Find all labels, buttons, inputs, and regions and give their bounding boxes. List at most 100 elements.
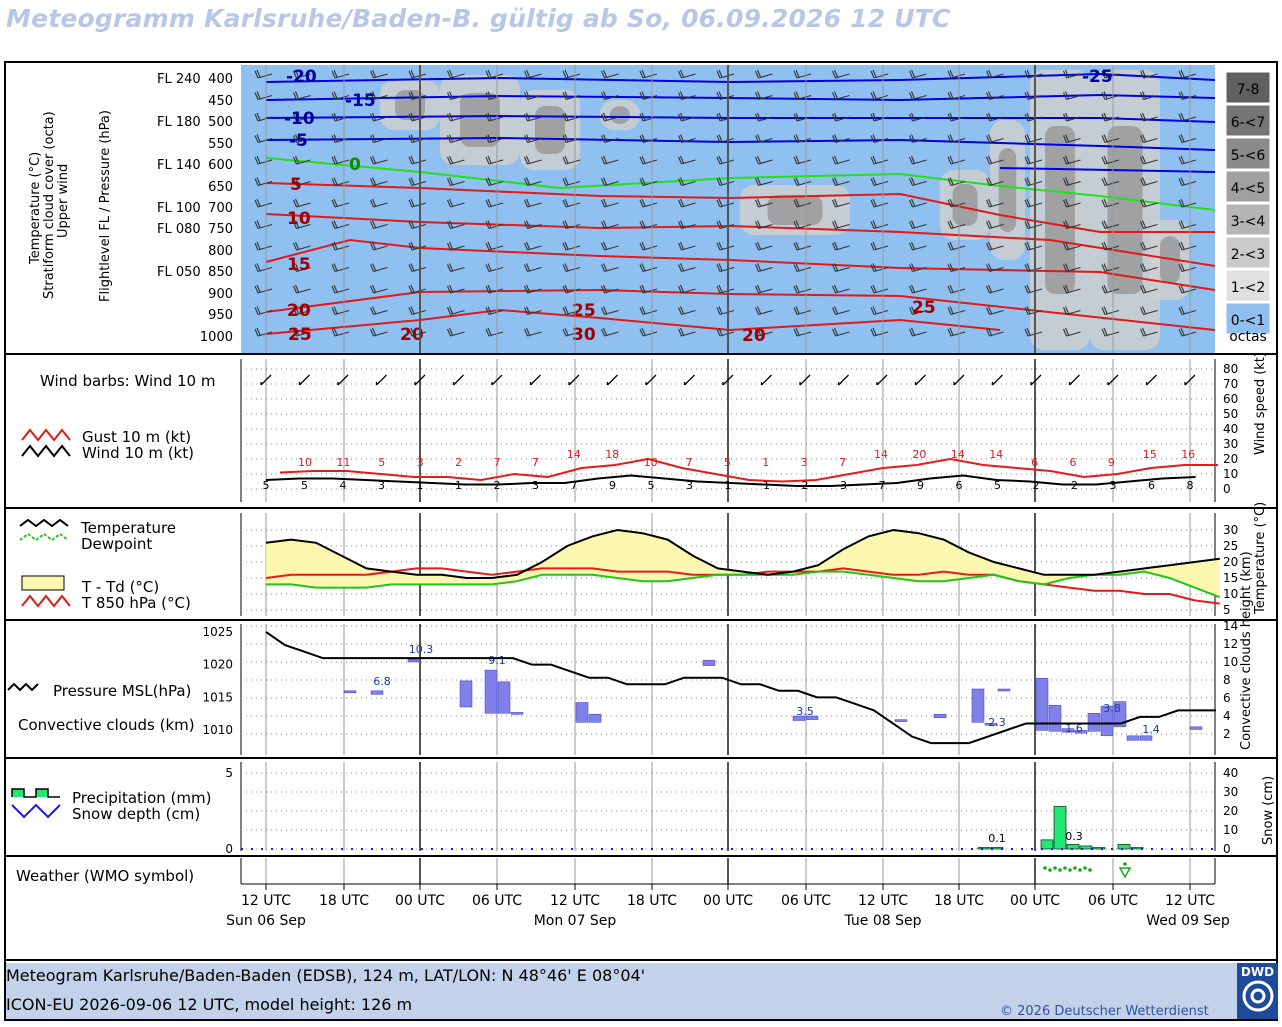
isotherm-label: 15	[287, 255, 311, 275]
wind-data-label: 5	[648, 479, 655, 492]
wind-tick-label: 30	[1223, 437, 1238, 451]
precip-data-label: 0.3	[1065, 830, 1083, 843]
conv-cloud-bar	[588, 713, 602, 723]
pressure-tick-label: 1010	[202, 723, 233, 737]
pressure-level-label: 550	[208, 137, 233, 152]
conv-cloud-bar	[1189, 726, 1203, 730]
conv-data-label: 3.5	[796, 705, 814, 718]
wind-data-label: 3	[378, 479, 385, 492]
cloud-core	[767, 195, 823, 225]
temp-tick-label: 15	[1223, 571, 1238, 585]
weather-rain-dot	[1048, 868, 1052, 872]
conv-tick-label: 12	[1223, 637, 1238, 651]
isotherm-label: 25	[912, 298, 936, 318]
weather-shower-icon	[1118, 867, 1132, 879]
legend-snow: Snow depth (cm)	[72, 805, 201, 823]
temp-tick-label: 25	[1223, 539, 1238, 553]
wind-data-label: 9	[609, 479, 616, 492]
pressure-level-label: 850	[208, 265, 233, 280]
gust-data-label: 7	[839, 456, 846, 469]
cloud-legend-label: 3-<4	[1231, 214, 1266, 230]
conv-cloud-bar	[971, 688, 985, 723]
conv-cloud-bar	[370, 690, 384, 695]
pressure-level-label: 500	[208, 115, 233, 130]
legend-wind: Wind 10 m (kt)	[82, 444, 194, 462]
conv-cloud-bar	[497, 681, 511, 714]
gust-data-label: 20	[912, 448, 926, 461]
temperature-line	[265, 528, 1220, 579]
weather-rain-dot	[1073, 866, 1077, 870]
time-tick-label: 00 UTC	[1010, 893, 1060, 909]
precip-bar	[1040, 839, 1054, 850]
surface-wind-barb	[799, 374, 811, 386]
cloud-core	[535, 106, 565, 154]
cloud-legend-label: 2-<3	[1231, 247, 1266, 263]
conv-data-label: 9.1	[488, 654, 506, 667]
precip-bar	[1053, 806, 1067, 850]
wind-data-label: 8	[1187, 479, 1194, 492]
pressure-level-label: 750	[208, 222, 233, 237]
weather-rain-dot	[1053, 866, 1057, 870]
t-td-fill	[266, 530, 1220, 598]
footer-model: ICON-EU 2026-09-06 12 UTC, model height:…	[6, 995, 413, 1014]
conv-cloud-bar	[997, 688, 1011, 692]
wind-data-label: 1	[417, 479, 424, 492]
temp-tick-label: 30	[1223, 523, 1238, 537]
gust-data-label: 6	[1070, 456, 1077, 469]
pressure-level-label: 400	[208, 72, 233, 87]
pressure-level-label: 900	[208, 287, 233, 302]
pressure-level-label: 600	[208, 158, 233, 173]
pressure-level-label: 800	[208, 244, 233, 259]
precip-bar	[1117, 844, 1131, 850]
gust-data-label: 7	[494, 456, 501, 469]
time-tick-label: 12 UTC	[550, 893, 600, 909]
isotherm-label: 25	[288, 325, 312, 345]
day-label: Sun 06 Sep	[226, 913, 306, 929]
isotherm-label: 20	[742, 326, 766, 346]
conv-tick-label: 14	[1223, 619, 1238, 633]
pressure-tick-label: 1020	[202, 658, 233, 672]
wind-data-label: 9	[917, 479, 924, 492]
legend-dewpoint: Dewpoint	[81, 535, 153, 553]
isotherm-label: -15	[345, 91, 376, 111]
wind-tick-label: 50	[1223, 407, 1238, 421]
legend-wind-barbs: Wind barbs: Wind 10 m	[40, 372, 216, 390]
conv-data-label: 2.3	[988, 716, 1006, 729]
isotherm-label: 25	[572, 301, 596, 321]
gust-data-label: 14	[874, 448, 888, 461]
gust-data-label: 10	[644, 456, 658, 469]
pressure-tick-label: 1025	[202, 625, 233, 639]
conv-cloud-bar	[343, 690, 357, 694]
wind-data-label: 5	[994, 479, 1001, 492]
gust-data-label: 6	[1031, 456, 1038, 469]
weather-rain-dot	[1078, 868, 1082, 872]
time-tick-label: 06 UTC	[781, 893, 831, 909]
conv-cloud-bar	[1139, 735, 1153, 741]
legend-t850: T 850 hPa (°C)	[82, 594, 191, 612]
snow-tick-label: 30	[1223, 785, 1238, 799]
cloud-legend-label: 5-<6	[1231, 148, 1266, 164]
wind-data-label: 2	[1071, 479, 1078, 492]
wind-data-label: 6	[956, 479, 963, 492]
dwd-logo-text: DWD	[1240, 965, 1275, 979]
gust-data-label: 15	[1143, 448, 1157, 461]
conv-cloud-bar	[933, 713, 947, 719]
dwd-logo: DWD	[1237, 963, 1278, 1019]
isotherm-label: -25	[1082, 67, 1113, 87]
weather-rain-dot	[1058, 868, 1062, 872]
precip-tick-label: 5	[225, 766, 233, 780]
legend-gust-glyph	[21, 428, 71, 442]
right-label-conv: Convective clouds height (km)	[1239, 551, 1254, 750]
surface-wind-barb	[529, 374, 541, 386]
conv-cloud-bar	[702, 659, 716, 666]
right-label-snow: Snow (cm)	[1261, 775, 1276, 845]
legend-pressure: Pressure MSL(hPa)	[53, 682, 192, 700]
legend-convective: Convective clouds (km)	[18, 716, 195, 734]
isotherm-label: -20	[286, 67, 317, 87]
precip-bar	[1092, 847, 1106, 850]
cloud-legend-label: 4-<5	[1231, 181, 1266, 197]
gust-data-label: 9	[1108, 456, 1115, 469]
gust-data-label: 5	[378, 456, 385, 469]
cloud-core	[1045, 126, 1075, 294]
legend-temp-glyph	[19, 518, 69, 528]
